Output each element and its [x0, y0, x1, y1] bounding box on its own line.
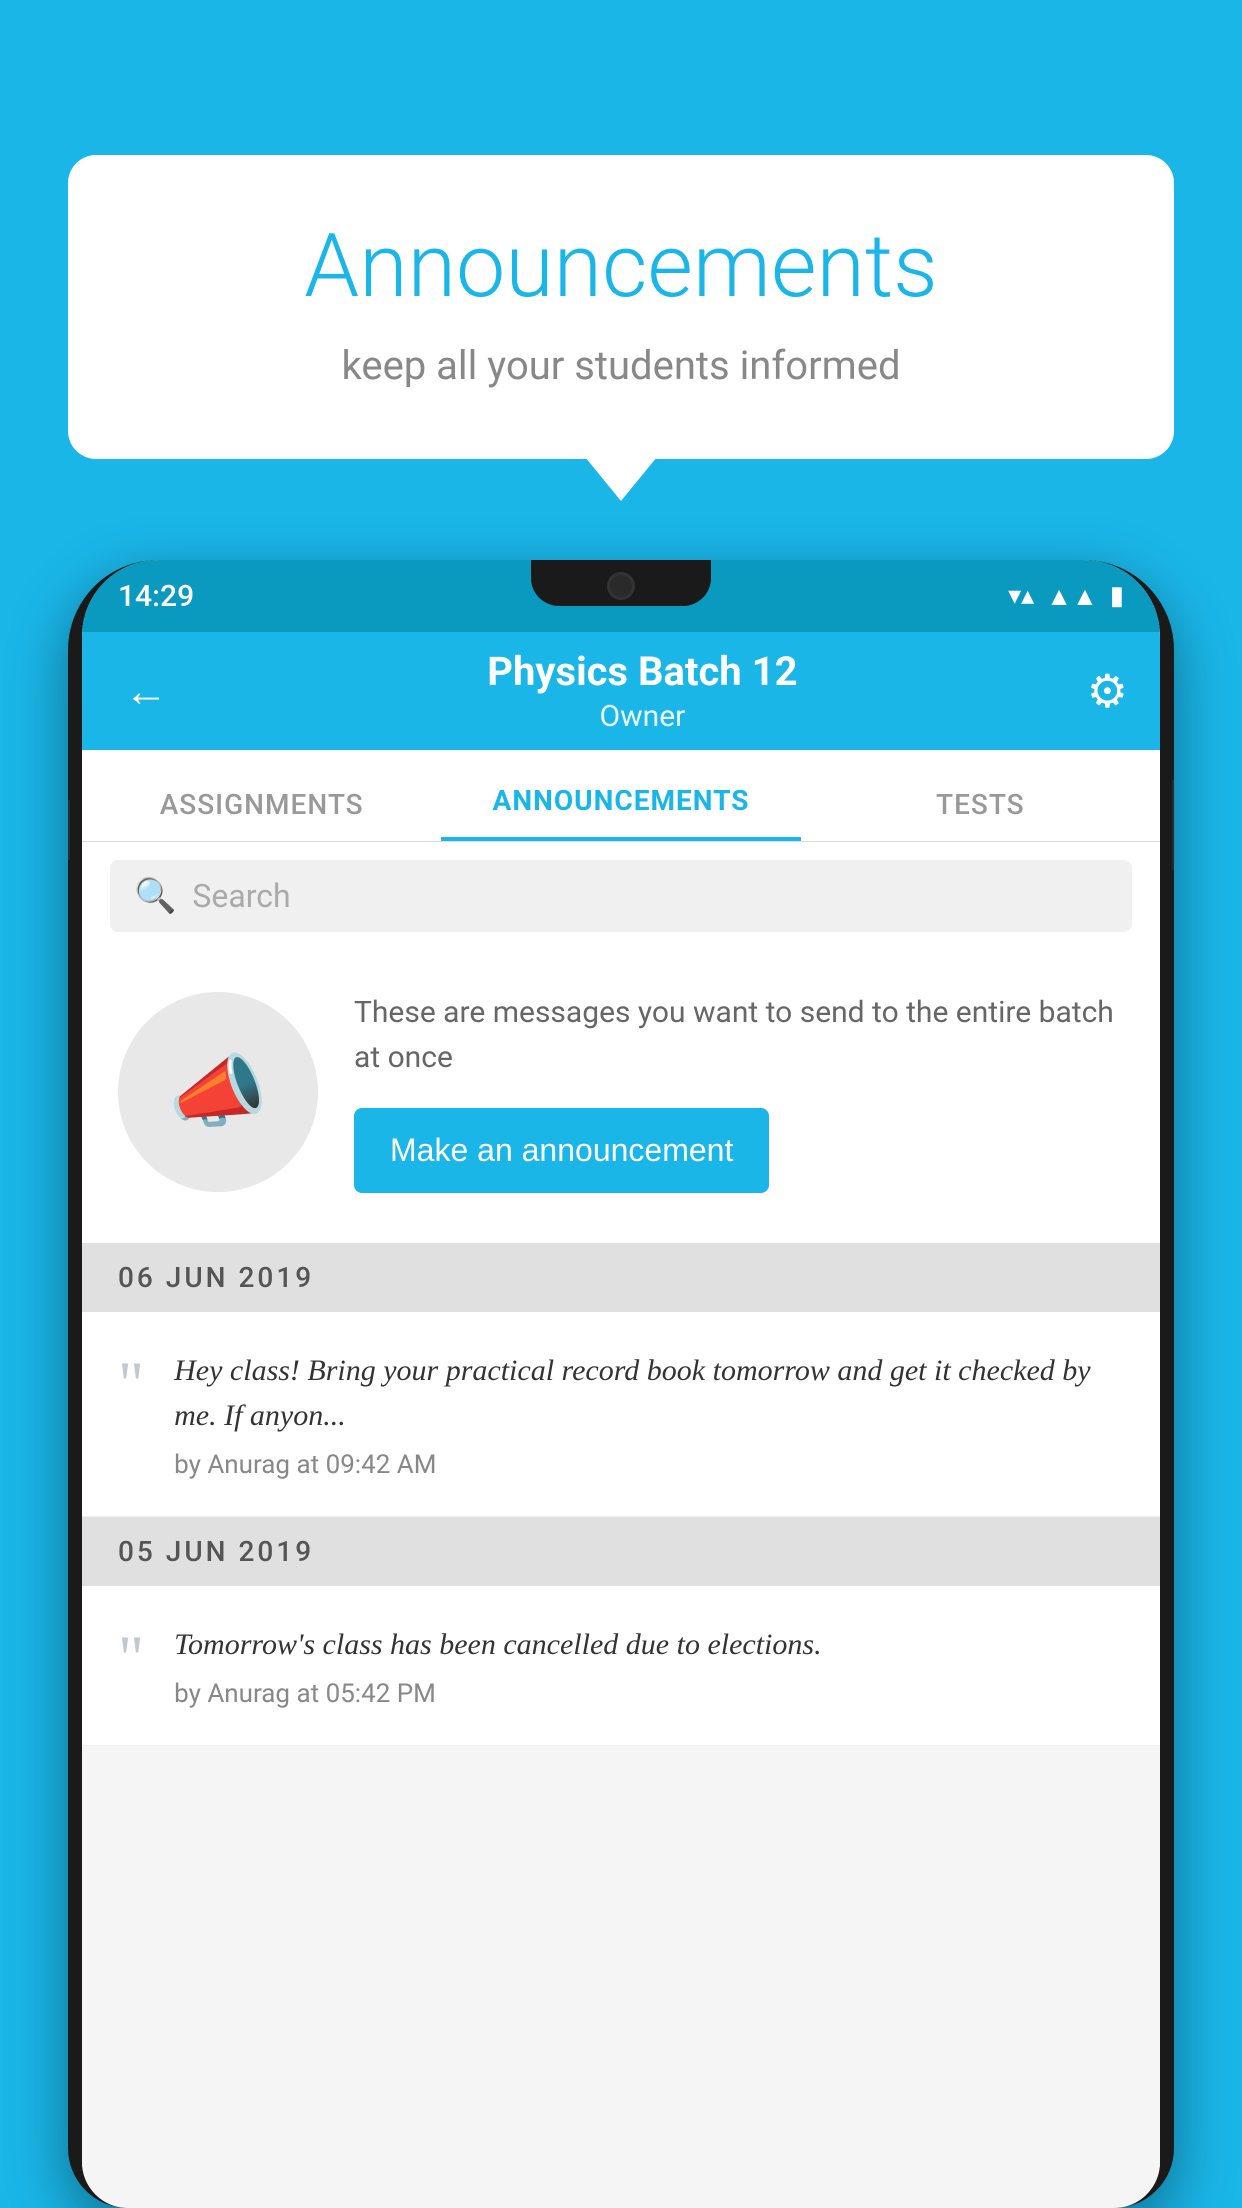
phone-frame: 14:29 ▾▴ ▲▲ ▮ ← Physics Batch 12 Owner ⚙… — [68, 560, 1174, 2208]
settings-button[interactable]: ⚙ — [1087, 664, 1128, 719]
tab-bar: ASSIGNMENTS ANNOUNCEMENTS TESTS — [82, 750, 1160, 842]
app-bar-subtitle: Owner — [198, 699, 1087, 734]
speech-bubble-container: Announcements keep all your students inf… — [68, 155, 1174, 459]
announcement-icon-circle: 📣 — [118, 992, 318, 1192]
content-area: 🔍 Search 📣 These are messages you want t… — [82, 842, 1160, 2208]
megaphone-icon: 📣 — [168, 1045, 268, 1139]
search-placeholder: Search — [192, 877, 290, 915]
tab-tests[interactable]: TESTS — [801, 788, 1160, 841]
app-bar-title: Physics Batch 12 — [198, 648, 1087, 695]
tab-assignments[interactable]: ASSIGNMENTS — [82, 788, 441, 841]
quote-icon-2: " — [118, 1626, 144, 1690]
status-icons: ▾▴ ▲▲ ▮ — [1008, 581, 1124, 612]
make-announcement-button[interactable]: Make an announcement — [354, 1108, 769, 1193]
announcement-meta-2: by Anurag at 05:42 PM — [174, 1679, 1124, 1709]
search-icon: 🔍 — [134, 876, 176, 916]
volume-button — [68, 800, 70, 860]
announcement-prompt-card: 📣 These are messages you want to send to… — [82, 950, 1160, 1243]
back-button[interactable]: ← — [114, 655, 178, 727]
announcement-text-1: Hey class! Bring your practical record b… — [174, 1348, 1124, 1438]
wifi-icon: ▾▴ — [1008, 581, 1034, 611]
app-bar: ← Physics Batch 12 Owner ⚙ — [82, 632, 1160, 750]
status-time: 14:29 — [118, 579, 194, 614]
search-input-wrap[interactable]: 🔍 Search — [110, 860, 1132, 932]
speech-bubble-title: Announcements — [148, 215, 1094, 318]
announcement-description: These are messages you want to send to t… — [354, 990, 1124, 1080]
announcement-meta-1: by Anurag at 09:42 AM — [174, 1450, 1124, 1480]
power-button — [1172, 780, 1174, 870]
date-header-2: 05 JUN 2019 — [82, 1517, 1160, 1586]
announcement-content-1: Hey class! Bring your practical record b… — [174, 1348, 1124, 1480]
announcement-text-2: Tomorrow's class has been cancelled due … — [174, 1622, 1124, 1667]
speech-bubble-subtitle: keep all your students informed — [148, 342, 1094, 389]
front-camera — [607, 572, 635, 600]
signal-icon: ▲▲ — [1046, 581, 1097, 612]
date-header-1: 06 JUN 2019 — [82, 1243, 1160, 1312]
search-bar: 🔍 Search — [82, 842, 1160, 950]
tab-announcements[interactable]: ANNOUNCEMENTS — [441, 784, 800, 841]
speech-bubble: Announcements keep all your students inf… — [68, 155, 1174, 459]
quote-icon-1: " — [118, 1352, 144, 1416]
announcement-item-1[interactable]: " Hey class! Bring your practical record… — [82, 1312, 1160, 1517]
announcement-right: These are messages you want to send to t… — [354, 990, 1124, 1193]
battery-icon: ▮ — [1110, 581, 1124, 611]
announcement-content-2: Tomorrow's class has been cancelled due … — [174, 1622, 1124, 1709]
announcement-item-2[interactable]: " Tomorrow's class has been cancelled du… — [82, 1586, 1160, 1746]
phone-notch — [531, 560, 711, 606]
phone-screen: 14:29 ▾▴ ▲▲ ▮ ← Physics Batch 12 Owner ⚙… — [82, 560, 1160, 2208]
app-bar-title-group: Physics Batch 12 Owner — [198, 648, 1087, 734]
